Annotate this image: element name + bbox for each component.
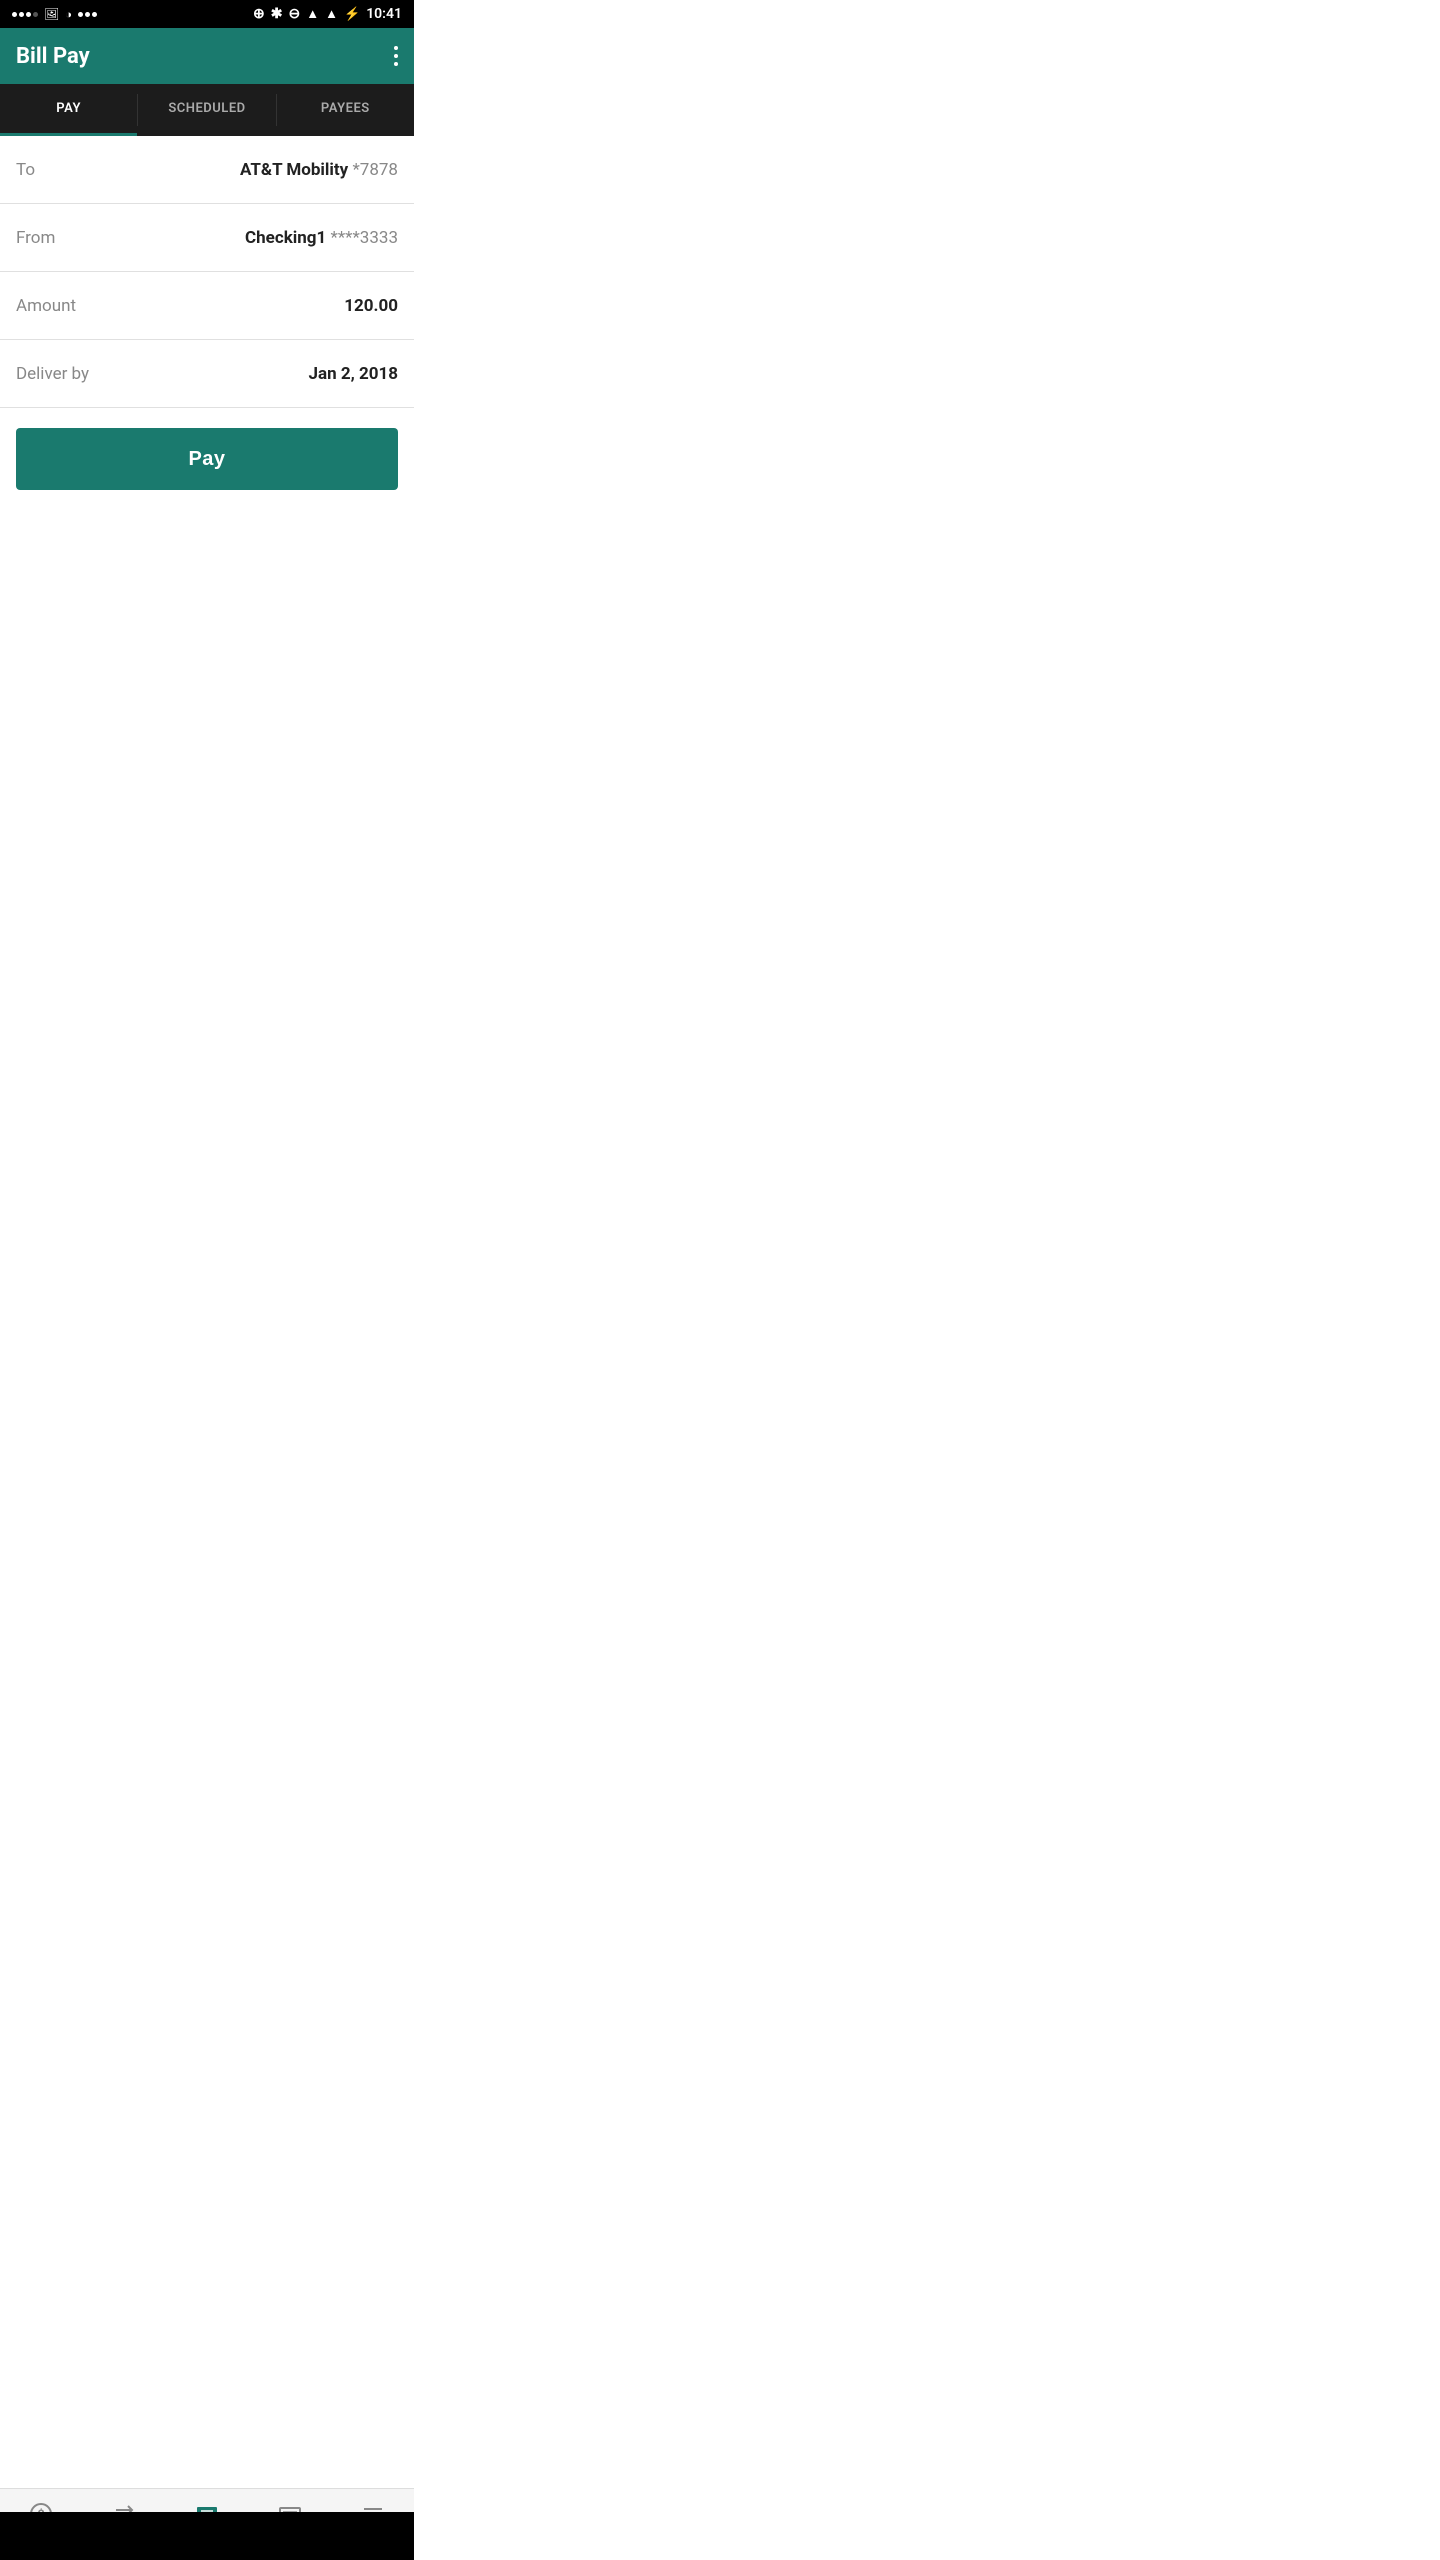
status-left: 🖼 ◑ — [12, 7, 97, 21]
carrier-signal — [78, 12, 97, 17]
from-value: Checking1 ****3333 — [245, 228, 398, 248]
to-value: AT&T Mobility *7878 — [240, 160, 398, 180]
payee-name: AT&T Mobility — [240, 160, 348, 180]
app-title: Bill Pay — [16, 44, 90, 69]
payee-account: *7878 — [348, 160, 398, 180]
minus-circle-icon: ⊖ — [289, 6, 301, 22]
account-number: ****3333 — [326, 228, 398, 248]
pay-button-container: Pay — [0, 408, 414, 510]
android-nav-bar — [0, 2512, 414, 2560]
status-bar: 🖼 ◑ ⊕ ✱ ⊖ ▲ ▲ ⚡ 10:41 — [0, 0, 414, 28]
clock: 10:41 — [366, 6, 402, 22]
header-more-button[interactable] — [394, 46, 398, 66]
battery-icon: ⚡ — [344, 7, 360, 22]
from-field-row[interactable]: From Checking1 ****3333 — [0, 204, 414, 272]
amount-value: 120.00 — [344, 296, 398, 316]
tab-pay[interactable]: PAY — [0, 84, 137, 136]
app-header: Bill Pay — [0, 28, 414, 84]
add-circle-icon: ⊕ — [253, 6, 265, 22]
tab-navigation: PAY SCHEDULED PAYEES — [0, 84, 414, 136]
amount-field-row[interactable]: Amount 120.00 — [0, 272, 414, 340]
bluetooth-icon: ✱ — [271, 6, 283, 22]
image-icon: 🖼 — [44, 7, 59, 21]
to-label: To — [16, 160, 35, 180]
signal-bars-icon: ▲ — [325, 6, 338, 22]
bill-pay-form: To AT&T Mobility *7878 From Checking1 **… — [0, 136, 414, 710]
tab-scheduled[interactable]: SCHEDULED — [138, 84, 275, 136]
to-field-row[interactable]: To AT&T Mobility *7878 — [0, 136, 414, 204]
tab-payees[interactable]: PAYEES — [277, 84, 414, 136]
content-spacer — [0, 510, 414, 710]
status-right: ⊕ ✱ ⊖ ▲ ▲ ⚡ 10:41 — [253, 6, 402, 22]
wifi-icon: ▲ — [306, 6, 319, 22]
signal-strength — [12, 12, 38, 17]
pay-button[interactable]: Pay — [16, 428, 398, 490]
deliver-by-value: Jan 2, 2018 — [308, 364, 398, 384]
account-name: Checking1 — [245, 228, 326, 248]
deliver-by-field-row[interactable]: Deliver by Jan 2, 2018 — [0, 340, 414, 408]
from-label: From — [16, 228, 55, 248]
amount-label: Amount — [16, 296, 76, 316]
deliver-by-label: Deliver by — [16, 364, 89, 384]
sync-icon: ◑ — [65, 8, 72, 21]
